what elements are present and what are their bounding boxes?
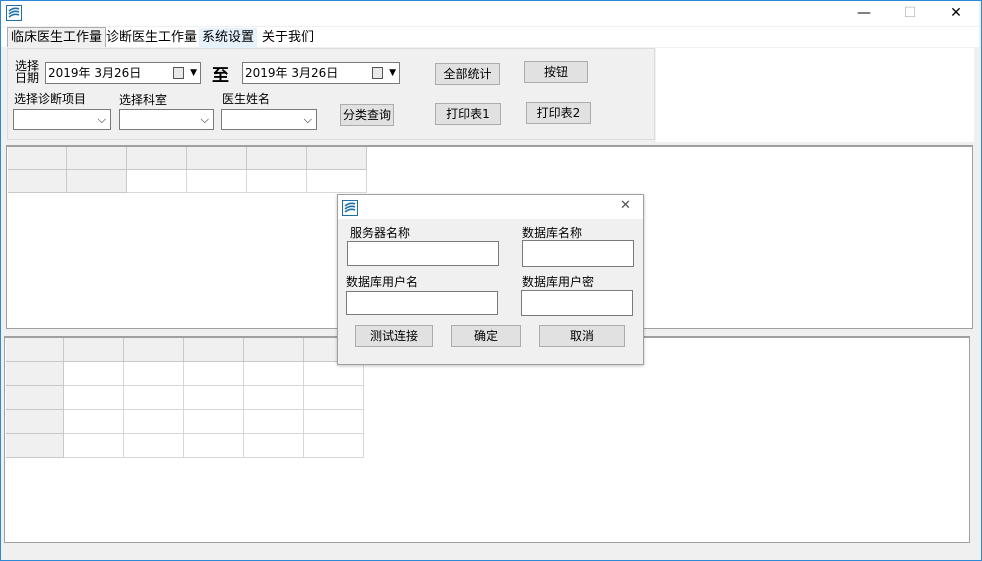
db-user-label: 数据库用户名 xyxy=(346,275,419,289)
column-header[interactable] xyxy=(64,338,124,362)
diag-item-select[interactable]: ⌵ xyxy=(13,109,111,130)
row-header[interactable] xyxy=(6,434,64,458)
column-header[interactable] xyxy=(124,338,184,362)
date-to-picker[interactable]: 2019年 3月26日 ▼ xyxy=(242,62,400,84)
doctor-select[interactable]: ⌵ xyxy=(221,109,317,130)
generic-button[interactable]: 按钮 xyxy=(524,61,588,83)
grid-cell[interactable] xyxy=(184,434,244,458)
db-user-input[interactable] xyxy=(346,291,498,315)
cancel-button[interactable]: 取消 xyxy=(539,325,625,347)
tab-clinical-workload[interactable]: 临床医生工作量 xyxy=(7,27,107,47)
tab-diagnostic-workload[interactable]: 诊断医生工作量 xyxy=(103,28,200,48)
grid-cell[interactable] xyxy=(244,434,304,458)
chevron-down-icon: ⌵ xyxy=(97,113,106,126)
grid-cell[interactable] xyxy=(67,170,127,193)
column-header[interactable] xyxy=(67,147,127,170)
grid-corner-cell xyxy=(8,147,67,170)
dialog-title-bar xyxy=(338,195,643,219)
grid-cell[interactable] xyxy=(127,170,187,193)
grid-cell[interactable] xyxy=(124,362,184,386)
grid-cell[interactable] xyxy=(244,410,304,434)
column-header[interactable] xyxy=(307,147,367,170)
grid-cell[interactable] xyxy=(64,362,124,386)
row-header[interactable] xyxy=(6,386,64,410)
row-header[interactable] xyxy=(8,170,67,193)
grid-cell[interactable] xyxy=(307,170,367,193)
db-password-label: 数据库用户密 xyxy=(522,275,595,289)
grid-cell[interactable] xyxy=(244,386,304,410)
maximize-button[interactable]: ☐ xyxy=(887,1,933,26)
chevron-down-icon: ▼ xyxy=(389,68,396,78)
ok-button[interactable]: 确定 xyxy=(451,325,521,347)
db-password-input[interactable] xyxy=(521,290,633,316)
select-date-label-bottom: 日期 xyxy=(15,71,40,85)
test-connection-button[interactable]: 测试连接 xyxy=(355,325,433,347)
chevron-down-icon: ⌵ xyxy=(303,113,312,126)
dept-select[interactable]: ⌵ xyxy=(119,109,214,130)
grid-cell[interactable] xyxy=(184,410,244,434)
chevron-down-icon: ▼ xyxy=(190,68,197,78)
minimize-button[interactable]: — xyxy=(841,1,887,26)
grid-cell[interactable] xyxy=(124,410,184,434)
date-to-value: 2019年 3月26日 xyxy=(245,66,339,80)
category-query-button[interactable]: 分类查询 xyxy=(340,104,394,126)
chevron-down-icon: ⌵ xyxy=(200,113,209,126)
db-connection-dialog: ✕ 服务器名称 数据库名称 数据库用户名 数据库用户密 测试连接 确定 取消 xyxy=(337,194,644,365)
app-logo-icon xyxy=(342,200,358,216)
grid-cell[interactable] xyxy=(304,410,364,434)
dialog-close-icon[interactable]: ✕ xyxy=(620,198,631,213)
column-header[interactable] xyxy=(184,338,244,362)
tab-about-us[interactable]: 关于我们 xyxy=(259,28,317,48)
tab-system-settings[interactable]: 系统设置 xyxy=(199,28,258,48)
column-header[interactable] xyxy=(247,147,307,170)
grid-cell[interactable] xyxy=(64,434,124,458)
db-name-input[interactable] xyxy=(522,240,634,267)
print-table2-button[interactable]: 打印表2 xyxy=(526,102,591,124)
column-header[interactable] xyxy=(187,147,247,170)
grid-cell[interactable] xyxy=(64,410,124,434)
grid-cell[interactable] xyxy=(304,386,364,410)
app-logo-icon xyxy=(6,5,22,21)
date-from-picker[interactable]: 2019年 3月26日 ▼ xyxy=(45,62,201,84)
to-label: 至 xyxy=(212,66,229,86)
row-header[interactable] xyxy=(6,410,64,434)
print-table1-button[interactable]: 打印表1 xyxy=(435,103,501,125)
doctor-name-label: 医生姓名 xyxy=(222,92,271,106)
grid-cell[interactable] xyxy=(184,386,244,410)
date-from-value: 2019年 3月26日 xyxy=(48,66,142,80)
db-name-label: 数据库名称 xyxy=(522,226,583,240)
grid-cell[interactable] xyxy=(184,362,244,386)
close-button[interactable]: ✕ xyxy=(933,1,979,26)
calendar-icon xyxy=(372,67,383,79)
server-name-input[interactable] xyxy=(347,241,499,266)
all-stats-button[interactable]: 全部统计 xyxy=(435,63,500,85)
grid-corner-cell xyxy=(6,338,64,362)
grid-cell[interactable] xyxy=(247,170,307,193)
grid-cell[interactable] xyxy=(124,434,184,458)
title-bar xyxy=(1,1,979,26)
dept-label: 选择科室 xyxy=(119,93,168,107)
diag-item-label: 选择诊断项目 xyxy=(14,92,87,106)
grid-cell[interactable] xyxy=(187,170,247,193)
grid-cell[interactable] xyxy=(304,362,364,386)
grid-cell[interactable] xyxy=(64,386,124,410)
grid-cell[interactable] xyxy=(244,362,304,386)
row-header[interactable] xyxy=(6,362,64,386)
column-header[interactable] xyxy=(244,338,304,362)
column-header[interactable] xyxy=(127,147,187,170)
panel-blank-area xyxy=(656,48,974,142)
grid-cell[interactable] xyxy=(124,386,184,410)
calendar-icon xyxy=(173,67,184,79)
server-name-label: 服务器名称 xyxy=(350,226,411,240)
grid-cell[interactable] xyxy=(304,434,364,458)
